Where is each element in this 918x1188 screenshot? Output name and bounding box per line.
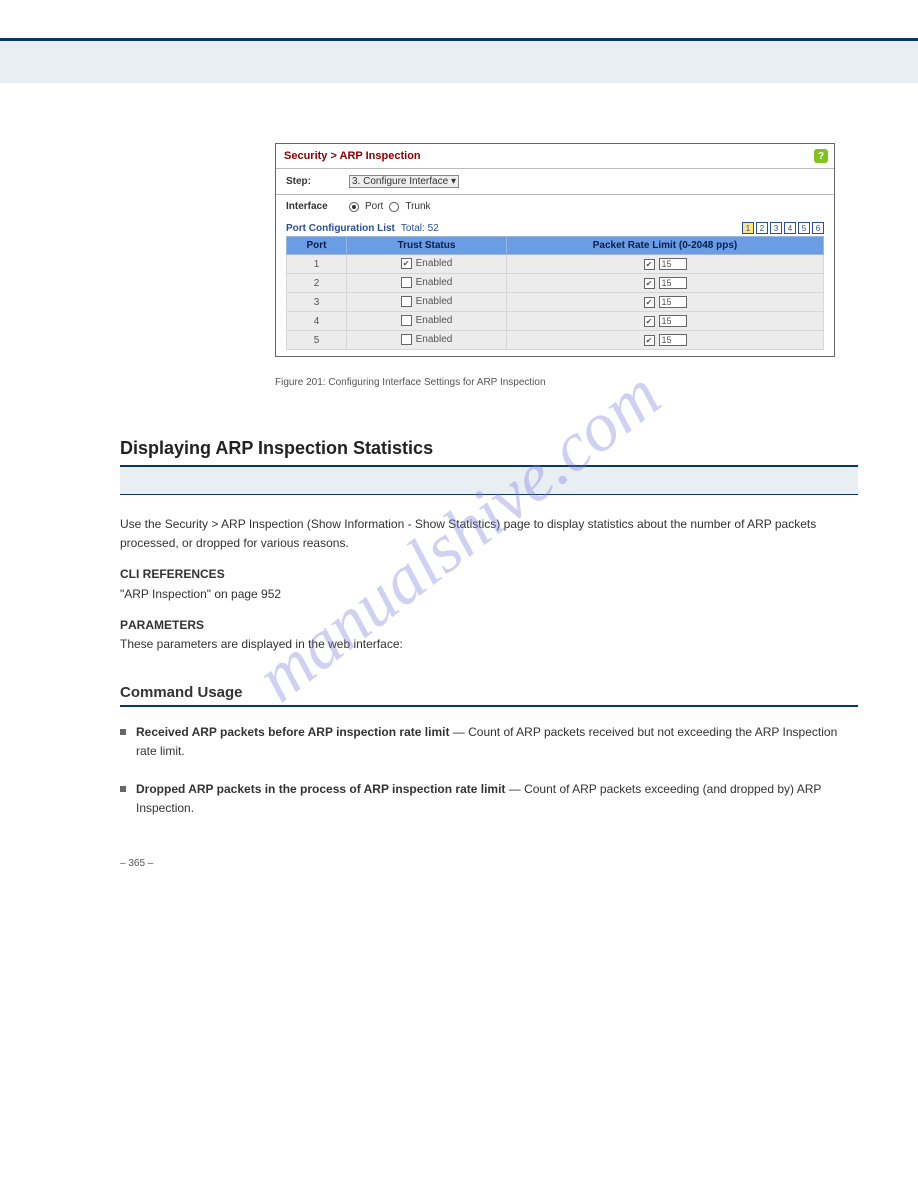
col-trust: Trust Status [347, 237, 507, 255]
cell-rate: 15 [507, 331, 824, 350]
rate-checkbox[interactable] [644, 259, 655, 270]
trust-checkbox[interactable] [401, 296, 412, 307]
figure-caption: Figure 201: Configuring Interface Settin… [275, 377, 858, 388]
cell-trust: Enabled [347, 274, 507, 293]
rate-checkbox[interactable] [644, 316, 655, 327]
rate-input[interactable]: 15 [659, 277, 687, 289]
cli-references: CLI REFERENCES "ARP Inspection" on page … [120, 565, 858, 603]
help-icon[interactable]: ? [814, 149, 828, 163]
params-lead: These parameters are displayed in the we… [120, 637, 403, 651]
enabled-label: Enabled [416, 316, 453, 327]
rate-checkbox[interactable] [644, 335, 655, 346]
step-label: Step: [286, 176, 341, 187]
list-header-row: Port Configuration List Total: 52 1 2 3 … [276, 218, 834, 236]
step-select[interactable]: 3. Configure Interface ▾ [349, 175, 459, 188]
cell-trust: Enabled [347, 312, 507, 331]
enabled-label: Enabled [416, 259, 453, 270]
radio-trunk[interactable] [389, 202, 399, 212]
pager-1[interactable]: 1 [742, 222, 754, 234]
enabled-label: Enabled [416, 335, 453, 346]
pager-2[interactable]: 2 [756, 222, 768, 234]
rate-checkbox[interactable] [644, 297, 655, 308]
col-port: Port [287, 237, 347, 255]
step-row: Step: 3. Configure Interface ▾ [276, 169, 834, 194]
bullet-title: Dropped ARP packets in the process of AR… [136, 782, 509, 796]
cell-port: 1 [287, 255, 347, 274]
table-row: 3 Enabled 15 [287, 293, 824, 312]
trust-checkbox[interactable] [401, 258, 412, 269]
cli-ref-body: "ARP Inspection" on page 952 [120, 587, 281, 601]
rate-input[interactable]: 15 [659, 258, 687, 270]
enabled-label: Enabled [416, 278, 453, 289]
cli-ref-caps: CLI R [120, 567, 151, 581]
bullet-title: Received ARP packets before ARP inspecti… [136, 725, 453, 739]
cell-trust: Enabled [347, 331, 507, 350]
radio-port-label: Port [365, 201, 383, 212]
col-rate: Packet Rate Limit (0-2048 pps) [507, 237, 824, 255]
breadcrumb-prefix: Security > [284, 150, 340, 162]
section-heading: Displaying ARP Inspection Statistics [120, 438, 858, 459]
pager-3[interactable]: 3 [770, 222, 782, 234]
parameters-heading: PARAMETERS These parameters are displaye… [120, 616, 858, 654]
cell-trust: Enabled [347, 255, 507, 274]
table-row: 2 Enabled 15 [287, 274, 824, 293]
list-title: Port Configuration List [286, 223, 395, 234]
list-item: Dropped ARP packets in the process of AR… [120, 780, 858, 818]
bullet-icon [120, 786, 126, 792]
trust-checkbox[interactable] [401, 315, 412, 326]
trust-checkbox[interactable] [401, 277, 412, 288]
list-total: Total: 52 [401, 223, 439, 234]
chapter-band [0, 41, 918, 83]
table-header-row: Port Trust Status Packet Rate Limit (0-2… [287, 237, 824, 255]
intro-paragraph: Use the Security > ARP Inspection (Show … [120, 515, 858, 553]
enabled-label: Enabled [416, 297, 453, 308]
page-body: Security > ARP Inspection ? Step: 3. Con… [0, 143, 918, 869]
interface-radio-group: Port Trunk [349, 201, 431, 212]
trust-checkbox[interactable] [401, 334, 412, 345]
rate-input[interactable]: 15 [659, 296, 687, 308]
breadcrumb: Security > ARP Inspection [284, 150, 421, 162]
page-footer: – 365 – [120, 858, 858, 869]
table-row: 4 Enabled 15 [287, 312, 824, 331]
pager-6[interactable]: 6 [812, 222, 824, 234]
cell-port: 5 [287, 331, 347, 350]
cell-rate: 15 [507, 312, 824, 331]
params-caps: P [120, 618, 128, 632]
arp-inspection-panel: Security > ARP Inspection ? Step: 3. Con… [275, 143, 835, 357]
cell-rate: 15 [507, 274, 824, 293]
panel-breadcrumb-row: Security > ARP Inspection ? [276, 144, 834, 168]
pager: 1 2 3 4 5 6 [742, 222, 824, 234]
radio-port[interactable] [349, 202, 359, 212]
port-config-table: Port Trust Status Packet Rate Limit (0-2… [286, 236, 824, 350]
rate-checkbox[interactable] [644, 278, 655, 289]
list-item: Received ARP packets before ARP inspecti… [120, 723, 858, 761]
cell-port: 4 [287, 312, 347, 331]
subsection-rule [120, 705, 858, 707]
cell-port: 2 [287, 274, 347, 293]
breadcrumb-title: ARP Inspection [340, 150, 421, 162]
pager-4[interactable]: 4 [784, 222, 796, 234]
bullet-list: Received ARP packets before ARP inspecti… [120, 723, 858, 818]
cli-ref-rest: EFERENCES [151, 567, 224, 581]
cell-rate: 15 [507, 293, 824, 312]
cell-port: 3 [287, 293, 347, 312]
rate-input[interactable]: 15 [659, 334, 687, 346]
section-band [120, 465, 858, 495]
subsection-heading: Command Usage [120, 684, 858, 701]
pager-5[interactable]: 5 [798, 222, 810, 234]
rate-input[interactable]: 15 [659, 315, 687, 327]
cell-rate: 15 [507, 255, 824, 274]
radio-trunk-label: Trunk [405, 201, 430, 212]
cell-trust: Enabled [347, 293, 507, 312]
params-rest: ARAMETERS [128, 618, 204, 632]
table-row: 1 Enabled 15 [287, 255, 824, 274]
table-row: 5 Enabled 15 [287, 331, 824, 350]
interface-row: Interface Port Trunk [276, 195, 834, 218]
bullet-icon [120, 729, 126, 735]
interface-label: Interface [286, 201, 341, 212]
